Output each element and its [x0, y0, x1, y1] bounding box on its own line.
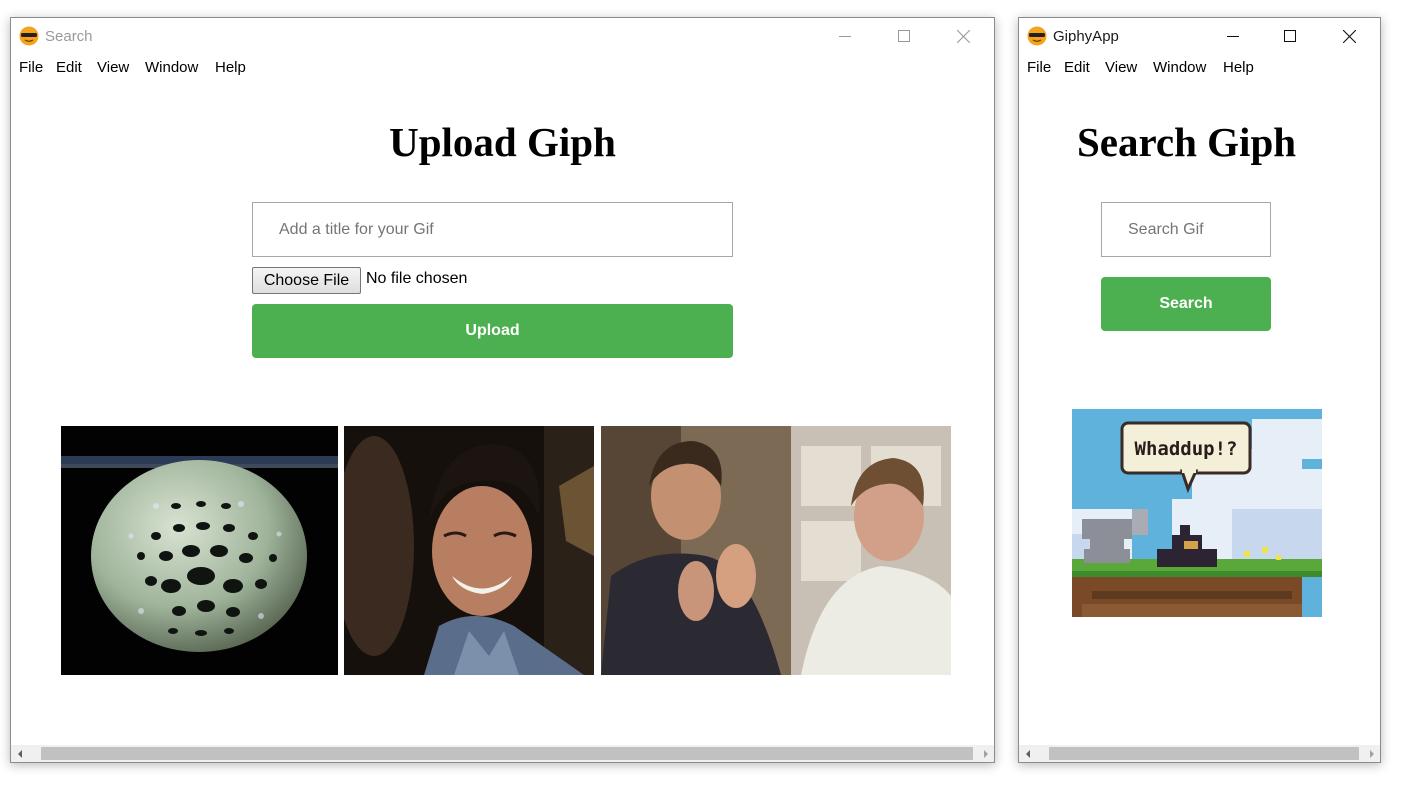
- scrollbar-thumb[interactable]: [41, 747, 973, 760]
- pixel-art-creature-gif[interactable]: Whaddup!?: [1072, 409, 1322, 617]
- menu-edit[interactable]: Edit: [1064, 59, 1090, 76]
- menu-window[interactable]: Window: [145, 59, 198, 76]
- close-icon[interactable]: [940, 18, 986, 54]
- menu-edit[interactable]: Edit: [56, 59, 82, 76]
- menu-bar: File Edit View Window Help: [1019, 56, 1380, 80]
- two-men-clapping-gif[interactable]: [601, 426, 951, 675]
- horizontal-scrollbar[interactable]: [1019, 745, 1380, 762]
- page-title: Upload Giph: [389, 119, 616, 165]
- giphyapp-window: GiphyApp File Edit View Window Help Sear…: [1018, 17, 1381, 763]
- title-bar[interactable]: GiphyApp: [1019, 18, 1380, 54]
- close-icon[interactable]: [1326, 18, 1372, 54]
- scroll-left-icon[interactable]: [11, 745, 28, 762]
- scroll-left-icon[interactable]: [1019, 745, 1036, 762]
- horizontal-scrollbar[interactable]: [11, 745, 994, 762]
- menu-help[interactable]: Help: [1223, 59, 1254, 76]
- menu-file[interactable]: File: [19, 59, 43, 76]
- window-title: GiphyApp: [1053, 28, 1119, 45]
- search-window: Search File Edit View Window Help Upload…: [10, 17, 995, 763]
- minimize-icon[interactable]: [822, 18, 868, 54]
- window-title: Search: [45, 28, 93, 45]
- scroll-right-icon[interactable]: [977, 745, 994, 762]
- minimize-icon[interactable]: [1210, 18, 1256, 54]
- file-status-text: No file chosen: [366, 270, 468, 287]
- scroll-right-icon[interactable]: [1363, 745, 1380, 762]
- search-input[interactable]: [1101, 202, 1271, 257]
- maximize-icon[interactable]: [881, 18, 927, 54]
- upload-button[interactable]: Upload: [252, 304, 733, 358]
- speech-bubble-text: Whaddup!?: [1135, 438, 1238, 460]
- app-sunglasses-icon: [1027, 26, 1047, 46]
- app-sunglasses-icon: [19, 26, 39, 46]
- title-bar[interactable]: Search: [11, 18, 994, 54]
- choose-file-button[interactable]: Choose File: [252, 267, 361, 294]
- scrollbar-thumb[interactable]: [1049, 747, 1359, 760]
- page-title: Search Giph: [1076, 119, 1297, 165]
- menu-help[interactable]: Help: [215, 59, 246, 76]
- gif-title-input[interactable]: [252, 202, 733, 257]
- maximize-icon[interactable]: [1267, 18, 1313, 54]
- menu-view[interactable]: View: [1105, 59, 1137, 76]
- smiling-man-gif[interactable]: [344, 426, 594, 675]
- menu-file[interactable]: File: [1027, 59, 1051, 76]
- menu-view[interactable]: View: [97, 59, 129, 76]
- menu-window[interactable]: Window: [1153, 59, 1206, 76]
- dotted-sphere-gif[interactable]: [61, 426, 338, 675]
- search-button[interactable]: Search: [1101, 277, 1271, 331]
- menu-bar: File Edit View Window Help: [11, 56, 994, 80]
